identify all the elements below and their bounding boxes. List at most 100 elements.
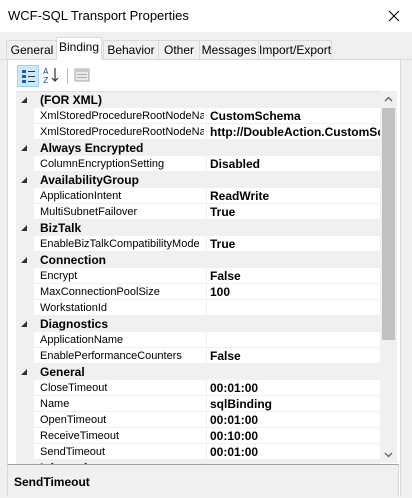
property-row[interactable]: Name sqlBinding <box>16 396 380 412</box>
column-divider[interactable] <box>206 428 207 444</box>
property-row[interactable]: EnablePerformanceCounters False <box>16 348 380 364</box>
collapse-icon[interactable] <box>20 368 29 377</box>
property-value[interactable]: ReadWrite <box>210 188 380 204</box>
property-row[interactable]: ReceiveTimeout 00:10:00 <box>16 428 380 444</box>
property-value[interactable]: 00:01:00 <box>210 412 380 428</box>
property-value[interactable]: 00:10:00 <box>210 428 380 444</box>
svg-text:A: A <box>43 67 49 76</box>
property-row[interactable]: SendTimeout 00:01:00 <box>16 444 380 460</box>
column-divider[interactable] <box>206 124 207 140</box>
tab-behavior[interactable]: Behavior <box>103 40 159 59</box>
column-divider[interactable] <box>206 412 207 428</box>
property-name: Encrypt <box>40 270 78 282</box>
category-row[interactable]: Always Encrypted <box>16 140 380 156</box>
property-value[interactable]: True <box>210 236 380 252</box>
row-gutter <box>16 124 34 140</box>
row-gutter <box>16 204 34 220</box>
property-grid[interactable]: (FOR XML) XmlStoredProcedureRootNodeName C… <box>16 91 380 464</box>
column-divider[interactable] <box>206 444 207 460</box>
tab-strip: General Binding Behavior Other Messages Impor… <box>0 32 412 60</box>
collapse-icon[interactable] <box>20 96 29 105</box>
tab-other[interactable]: Other <box>158 40 200 59</box>
property-row[interactable]: MaxConnectionPoolSize 100 <box>16 284 380 300</box>
row-gutter <box>16 412 34 428</box>
property-row[interactable]: MultiSubnetFailover True <box>16 204 380 220</box>
property-row[interactable]: WorkstationId <box>16 300 380 316</box>
category-row[interactable]: BizTalk <box>16 220 380 236</box>
close-icon <box>388 10 400 22</box>
property-value[interactable]: 100 <box>210 284 380 300</box>
column-divider[interactable] <box>206 204 207 220</box>
property-row[interactable]: Encrypt False <box>16 268 380 284</box>
property-name: CloseTimeout <box>40 382 108 394</box>
property-value[interactable]: 00:01:00 <box>210 380 380 396</box>
toolbar-separator <box>67 68 68 84</box>
property-value[interactable]: True <box>210 204 380 220</box>
category-row[interactable]: Diagnostics <box>16 316 380 332</box>
row-gutter <box>16 332 34 348</box>
collapse-icon[interactable] <box>20 144 29 153</box>
category-row[interactable]: (FOR XML) <box>16 92 380 108</box>
category-row[interactable]: General <box>16 364 380 380</box>
property-row[interactable]: OpenTimeout 00:01:00 <box>16 412 380 428</box>
property-name: Name <box>40 398 70 410</box>
column-divider[interactable] <box>206 156 207 172</box>
alphabetical-sort-icon: A Z <box>43 67 59 85</box>
category-row[interactable]: AvailabilityGroup <box>16 172 380 188</box>
tab-general[interactable]: General <box>6 40 58 59</box>
column-divider[interactable] <box>206 268 207 284</box>
column-divider[interactable] <box>206 348 207 364</box>
category-label: Diagnostics <box>40 317 109 331</box>
row-gutter <box>16 156 34 172</box>
column-divider[interactable] <box>206 284 207 300</box>
property-row[interactable]: CloseTimeout 00:01:00 <box>16 380 380 396</box>
row-gutter <box>16 444 34 460</box>
tab-binding[interactable]: Binding <box>56 37 102 60</box>
property-value[interactable]: False <box>210 348 380 364</box>
vertical-scrollbar[interactable] <box>380 91 397 463</box>
property-value[interactable]: http://DoubleAction.CustomSchema <box>210 124 380 140</box>
tab-import-export[interactable]: Import/Export <box>258 40 332 59</box>
property-row[interactable]: XmlStoredProcedureRootNodeNamespace http:… <box>16 124 380 140</box>
row-gutter <box>16 188 34 204</box>
property-value[interactable]: sqlBinding <box>210 396 380 412</box>
property-name: XmlStoredProcedureRootNodeName <box>40 110 204 122</box>
property-name: OpenTimeout <box>40 414 107 426</box>
column-divider[interactable] <box>206 108 207 124</box>
column-divider[interactable] <box>206 332 207 348</box>
column-divider[interactable] <box>206 300 207 316</box>
property-row[interactable]: EnableBizTalkCompatibilityMode True <box>16 236 380 252</box>
property-name: MultiSubnetFailover <box>40 206 138 218</box>
property-pages-button[interactable] <box>72 65 94 87</box>
column-divider[interactable] <box>206 396 207 412</box>
collapse-icon[interactable] <box>20 224 29 233</box>
scroll-thumb[interactable] <box>382 108 395 340</box>
close-button[interactable] <box>382 4 406 28</box>
property-row[interactable]: XmlStoredProcedureRootNodeName CustomSche… <box>16 108 380 124</box>
scroll-up-button[interactable] <box>380 91 397 108</box>
column-divider[interactable] <box>206 380 207 396</box>
column-divider[interactable] <box>206 188 207 204</box>
collapse-icon[interactable] <box>20 320 29 329</box>
alphabetical-sort-button[interactable]: A Z <box>41 65 63 87</box>
column-divider[interactable] <box>206 236 207 252</box>
property-name: EnablePerformanceCounters <box>40 350 182 362</box>
collapse-icon[interactable] <box>20 256 29 265</box>
categorized-view-button[interactable] <box>17 65 39 87</box>
property-name: EnableBizTalkCompatibilityMode <box>40 238 200 250</box>
title-bar: WCF-SQL Transport Properties <box>0 0 412 32</box>
property-row[interactable]: ApplicationIntent ReadWrite <box>16 188 380 204</box>
property-value[interactable]: False <box>210 268 380 284</box>
property-row[interactable]: ApplicationName <box>16 332 380 348</box>
property-value[interactable]: Disabled <box>210 156 380 172</box>
category-row[interactable]: Connection <box>16 252 380 268</box>
property-value[interactable]: CustomSchema <box>210 108 380 124</box>
collapse-icon[interactable] <box>20 176 29 185</box>
property-name: MaxConnectionPoolSize <box>40 286 160 298</box>
tab-messages[interactable]: Messages <box>199 40 259 59</box>
property-row[interactable]: ColumnEncryptionSetting Disabled <box>16 156 380 172</box>
row-gutter <box>16 284 34 300</box>
category-label: Always Encrypted <box>40 141 144 155</box>
scroll-down-button[interactable] <box>380 446 397 463</box>
property-value[interactable]: 00:01:00 <box>210 444 380 460</box>
